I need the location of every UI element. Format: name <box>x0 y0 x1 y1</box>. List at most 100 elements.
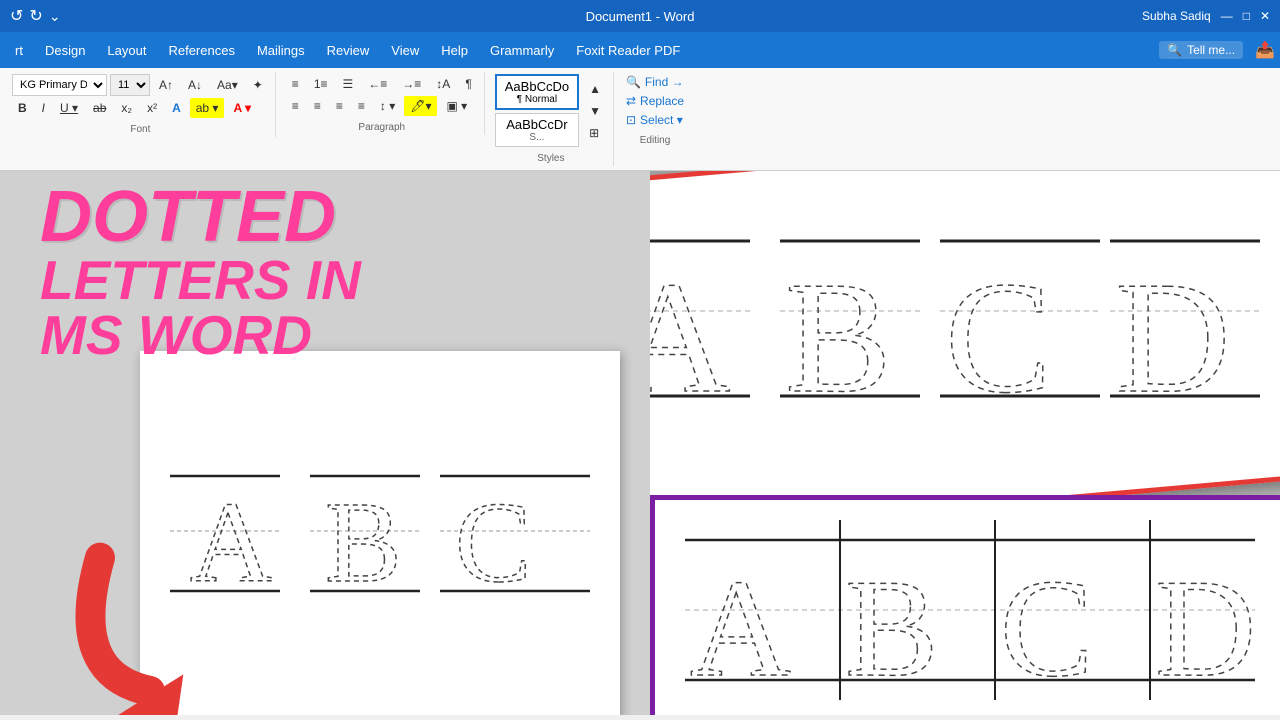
svg-text:B: B <box>785 248 892 426</box>
menu-bar: rt Design Layout References Mailings Rev… <box>0 32 1280 68</box>
align-right-btn[interactable]: ≡ <box>330 96 349 116</box>
bullets-btn[interactable]: ≡ <box>286 74 305 94</box>
menu-item-help[interactable]: Help <box>431 39 478 62</box>
left-panel: DOTTED LETTERS IN MS WORD A <box>0 171 650 715</box>
font-selectors-row: KG Primary Do 11 A↑ A↓ Aa▾ ✦ <box>12 74 269 96</box>
align-left-btn[interactable]: ≡ <box>286 96 305 116</box>
font-color-btn[interactable]: A ▾ <box>227 98 257 118</box>
styles-group-label: Styles <box>495 153 607 164</box>
font-grow-btn[interactable]: A↑ <box>153 75 179 95</box>
user-name: Subha Sadiq <box>1142 9 1211 23</box>
multilevel-btn[interactable]: ☰ <box>337 74 360 94</box>
title-bar: ↺ ↻ ⌄ Document1 - Word Subha Sadiq — □ ✕ <box>0 0 1280 32</box>
paragraph-top-row: ≡ 1≡ ☰ ←≡ →≡ ↕A ¶ <box>286 74 478 94</box>
menu-item-foxit[interactable]: Foxit Reader PDF <box>566 39 690 62</box>
right-panel: A B C D <box>650 171 1280 715</box>
select-btn[interactable]: ⊡ Select ▾ <box>624 112 686 128</box>
font-size-select[interactable]: 11 <box>110 74 150 96</box>
bold-btn[interactable]: B <box>12 98 33 118</box>
styles-scroll-up[interactable]: ▲ <box>583 79 607 99</box>
styles-scroll-down[interactable]: ▼ <box>583 101 607 121</box>
editing-group: 🔍 Find → ⇄ Replace ⊡ Select ▾ Editing <box>618 72 692 148</box>
font-group: KG Primary Do 11 A↑ A↓ Aa▾ ✦ B I U ▾ ab … <box>6 72 276 137</box>
menu-item-design[interactable]: Design <box>35 39 95 62</box>
line-spacing-btn[interactable]: ↕ ▾ <box>374 96 401 116</box>
font-shrink-btn[interactable]: A↓ <box>182 75 208 95</box>
underline-btn[interactable]: U ▾ <box>54 98 84 118</box>
replace-btn[interactable]: ⇄ Replace <box>624 93 686 109</box>
undo-icon[interactable]: ↺ <box>10 6 23 26</box>
select-label: Select ▾ <box>640 113 683 127</box>
menu-item-grammarly[interactable]: Grammarly <box>480 39 564 62</box>
text-effect-btn[interactable]: A <box>166 98 187 118</box>
paragraph-group-label: Paragraph <box>286 122 478 133</box>
paragraph-group: ≡ 1≡ ☰ ←≡ →≡ ↕A ¶ ≡ ≡ ≡ ≡ ↕ ▾ 🖊▾ ▣ ▾ Par… <box>280 72 485 135</box>
svg-text:A: A <box>650 248 731 426</box>
restore-icon[interactable]: □ <box>1243 9 1250 23</box>
svg-text:C: C <box>945 248 1052 426</box>
find-label: Find → <box>645 75 684 89</box>
sort-btn[interactable]: ↕A <box>430 74 456 94</box>
svg-text:A: A <box>690 551 791 700</box>
menu-item-references[interactable]: References <box>158 39 244 62</box>
minimize-icon[interactable]: — <box>1221 9 1233 23</box>
redo-icon[interactable]: ↻ <box>29 6 42 26</box>
menu-item-review[interactable]: Review <box>317 39 380 62</box>
font-group-label: Font <box>12 124 269 135</box>
ribbon: KG Primary Do 11 A↑ A↓ Aa▾ ✦ B I U ▾ ab … <box>0 68 1280 171</box>
customize-icon[interactable]: ⌄ <box>49 8 61 25</box>
style-heading-label: S... <box>504 132 570 143</box>
close-icon[interactable]: ✕ <box>1260 9 1270 23</box>
paragraph-bot-row: ≡ ≡ ≡ ≡ ↕ ▾ 🖊▾ ▣ ▾ <box>286 96 473 116</box>
styles-more[interactable]: ⊞ <box>583 123 607 143</box>
menu-item-layout[interactable]: Layout <box>97 39 156 62</box>
top-right-card: A B C D <box>650 171 1280 542</box>
main-area: DOTTED LETTERS IN MS WORD A <box>0 171 1280 715</box>
title-bar-controls: ↺ ↻ ⌄ <box>10 6 61 26</box>
svg-text:D: D <box>1115 248 1231 426</box>
svg-text:C: C <box>455 479 532 606</box>
title-bar-user: Subha Sadiq — □ ✕ <box>1142 9 1270 23</box>
subscript-btn[interactable]: x₂ <box>115 98 138 118</box>
change-case-btn[interactable]: Aa▾ <box>211 75 244 95</box>
style-heading-btn[interactable]: AaBbCcDr S... <box>495 113 579 147</box>
svg-text:C: C <box>1000 551 1093 700</box>
increase-indent-btn[interactable]: →≡ <box>396 74 427 94</box>
menu-item-mailings[interactable]: Mailings <box>247 39 315 62</box>
font-name-select[interactable]: KG Primary Do <box>12 74 107 96</box>
replace-icon: ⇄ <box>626 94 636 108</box>
italic-btn[interactable]: I <box>36 98 51 118</box>
title-line2: LETTERS IN <box>40 253 361 308</box>
styles-group: AaBbCcDo ¶ Normal AaBbCcDr S... ▲ ▼ ⊞ St… <box>489 72 614 166</box>
menu-item-view[interactable]: View <box>381 39 429 62</box>
style-normal-label: ¶ Normal <box>505 94 569 105</box>
svg-text:B: B <box>325 479 402 606</box>
shading-btn[interactable]: 🖊▾ <box>404 96 437 116</box>
highlight-btn[interactable]: ab ▾ <box>190 98 225 118</box>
style-preview: AaBbCcDo <box>505 79 569 94</box>
find-btn[interactable]: 🔍 Find → <box>624 74 686 90</box>
window-title: Document1 - Word <box>586 9 695 24</box>
font-format-row: B I U ▾ ab x₂ x² A ab ▾ A ▾ <box>12 98 257 118</box>
borders-btn[interactable]: ▣ ▾ <box>440 96 473 116</box>
select-icon: ⊡ <box>626 113 636 127</box>
align-center-btn[interactable]: ≡ <box>308 96 327 116</box>
justify-btn[interactable]: ≡ <box>352 96 371 116</box>
numbering-btn[interactable]: 1≡ <box>308 74 334 94</box>
share-icon[interactable]: 📤 <box>1255 40 1275 60</box>
style-heading-preview: AaBbCcDr <box>504 117 570 132</box>
superscript-btn[interactable]: x² <box>141 98 163 118</box>
red-arrow <box>50 541 170 661</box>
clear-format-btn[interactable]: ✦ <box>247 75 269 95</box>
editing-group-label: Editing <box>624 135 686 146</box>
search-icon: 🔍 <box>1167 43 1182 57</box>
tell-me-search[interactable]: 🔍 Tell me... <box>1159 41 1243 59</box>
search-icon-small: 🔍 <box>626 75 641 89</box>
style-normal-btn[interactable]: AaBbCcDo ¶ Normal <box>495 74 579 110</box>
strikethrough-btn[interactable]: ab <box>87 98 112 118</box>
show-hide-btn[interactable]: ¶ <box>459 74 477 94</box>
top-right-letters-svg: A B C D <box>650 221 1260 441</box>
menu-item-rt[interactable]: rt <box>5 39 33 62</box>
decrease-indent-btn[interactable]: ←≡ <box>362 74 393 94</box>
svg-text:B: B <box>845 551 938 700</box>
